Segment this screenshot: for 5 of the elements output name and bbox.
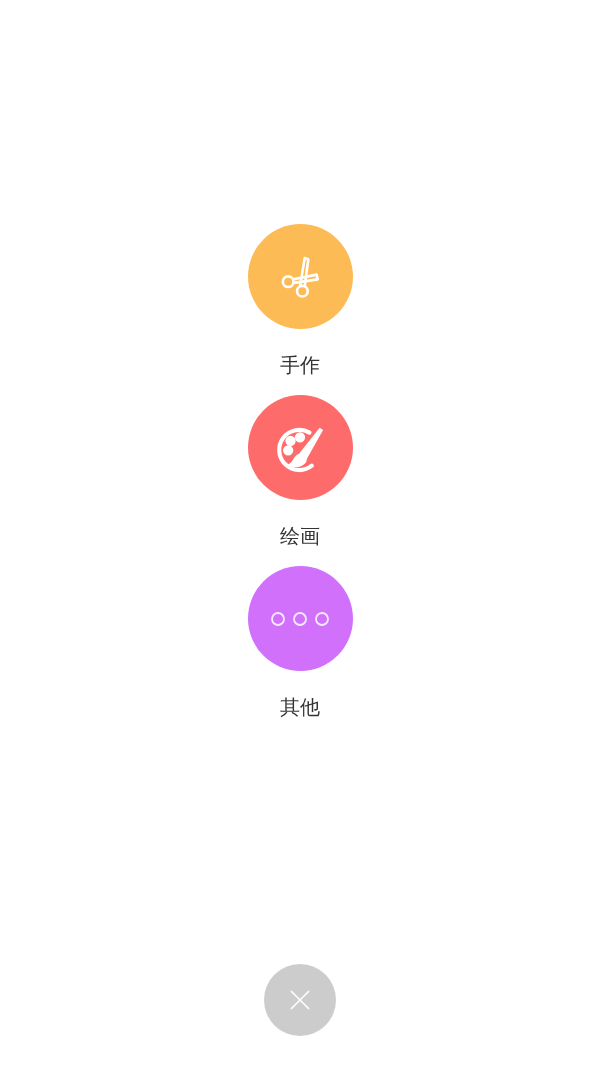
category-label: 手作	[280, 353, 320, 377]
more-icon	[271, 611, 329, 626]
category-label: 绘画	[280, 524, 320, 548]
category-label: 其他	[280, 695, 320, 719]
close-icon	[290, 990, 310, 1010]
